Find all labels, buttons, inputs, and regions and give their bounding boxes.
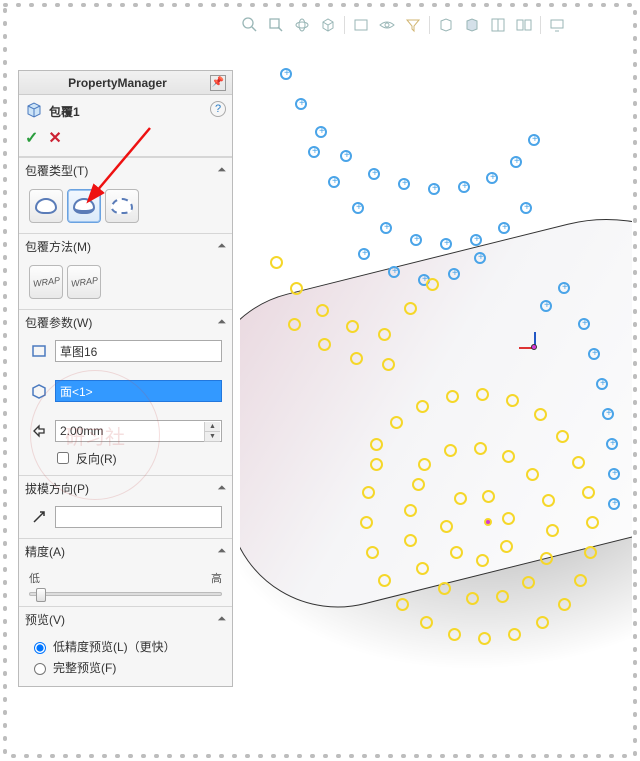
reverse-label: 反向(R) bbox=[76, 450, 117, 467]
accuracy-slider-thumb[interactable] bbox=[36, 588, 46, 602]
direction-field[interactable] bbox=[55, 506, 222, 528]
zoom-fit-icon[interactable] bbox=[240, 15, 260, 35]
preview-full-radio-row: 完整预览(F) bbox=[29, 659, 222, 676]
collapse-draft-dir[interactable]: ⏶ bbox=[217, 482, 226, 495]
pm-header: PropertyManager 📌 bbox=[19, 71, 232, 95]
wrap-method-spline[interactable]: WRAP bbox=[67, 265, 101, 299]
reverse-checkbox[interactable] bbox=[57, 452, 69, 464]
monitor-icon[interactable] bbox=[547, 15, 567, 35]
cancel-button[interactable]: ✕ bbox=[48, 128, 61, 148]
graphics-viewport[interactable] bbox=[240, 38, 632, 753]
display-style-icon[interactable] bbox=[351, 15, 371, 35]
preview-low-label: 低精度预览(L)（更快） bbox=[53, 638, 176, 655]
property-manager-panel: PropertyManager 📌 包覆1 ? ✓ ✕ 包覆类型(T) ⏶ 包覆… bbox=[18, 70, 233, 687]
panes2-icon[interactable] bbox=[514, 15, 534, 35]
applied-icon[interactable] bbox=[462, 15, 482, 35]
wrap-type-scribe[interactable] bbox=[105, 189, 139, 223]
view-toolbar bbox=[240, 12, 630, 38]
rotate-icon[interactable] bbox=[292, 15, 312, 35]
section-wrap-params: 包覆参数(W) ⏶ bbox=[19, 309, 232, 337]
face-field[interactable]: 面<1> bbox=[55, 380, 222, 402]
triad-origin bbox=[525, 338, 543, 356]
preview-low-radio[interactable] bbox=[34, 642, 46, 654]
section-wrap-type-label: 包覆类型(T) bbox=[25, 162, 88, 179]
pm-title: PropertyManager bbox=[25, 76, 210, 90]
collapse-wrap-params[interactable]: ⏶ bbox=[217, 316, 226, 329]
wrap-type-emboss[interactable] bbox=[29, 189, 63, 223]
collapse-preview[interactable]: ⏶ bbox=[217, 613, 226, 626]
face-select-icon bbox=[29, 381, 49, 401]
sketch-origin bbox=[484, 518, 492, 526]
thickness-icon bbox=[29, 421, 49, 441]
accept-button[interactable]: ✓ bbox=[25, 128, 38, 148]
section-preview: 预览(V) ⏶ bbox=[19, 606, 232, 634]
section-accuracy: 精度(A) ⏶ bbox=[19, 538, 232, 566]
section-wrap-method-label: 包覆方法(M) bbox=[25, 238, 91, 255]
sketch-field[interactable]: 草图16 bbox=[55, 340, 222, 362]
accuracy-high-label: 高 bbox=[211, 570, 222, 586]
section-wrap-params-label: 包覆参数(W) bbox=[25, 314, 92, 331]
section-accuracy-label: 精度(A) bbox=[25, 543, 65, 560]
wrap-type-deboss[interactable] bbox=[67, 189, 101, 223]
section-draft-dir-label: 拔模方向(P) bbox=[25, 480, 89, 497]
section-preview-label: 预览(V) bbox=[25, 611, 65, 628]
direction-icon bbox=[29, 507, 49, 527]
hide-show-icon[interactable] bbox=[377, 15, 397, 35]
thickness-up[interactable]: ▲ bbox=[204, 422, 220, 432]
view-cube-icon[interactable] bbox=[318, 15, 338, 35]
preview-low-radio-row: 低精度预览(L)（更快） bbox=[29, 638, 222, 655]
pane-icon[interactable] bbox=[488, 15, 508, 35]
preview-full-radio[interactable] bbox=[34, 663, 46, 675]
section-icon[interactable] bbox=[436, 15, 456, 35]
collapse-wrap-method[interactable]: ⏶ bbox=[217, 240, 226, 253]
section-wrap-method: 包覆方法(M) ⏶ bbox=[19, 233, 232, 261]
preview-full-label: 完整预览(F) bbox=[53, 659, 116, 676]
accuracy-low-label: 低 bbox=[29, 570, 40, 586]
pin-button[interactable]: 📌 bbox=[210, 75, 226, 91]
feature-icon bbox=[25, 101, 43, 122]
section-draft-dir: 拔模方向(P) ⏶ bbox=[19, 475, 232, 503]
thickness-value: 2.00mm bbox=[60, 424, 103, 438]
selection-filter-icon[interactable] bbox=[403, 15, 423, 35]
zoom-area-icon[interactable] bbox=[266, 15, 286, 35]
section-wrap-type: 包覆类型(T) ⏶ bbox=[19, 157, 232, 185]
collapse-wrap-type[interactable]: ⏶ bbox=[217, 164, 226, 177]
thickness-spinner[interactable]: 2.00mm ▲▼ bbox=[55, 420, 222, 442]
accuracy-slider[interactable] bbox=[29, 592, 222, 596]
help-button[interactable]: ? bbox=[210, 101, 226, 117]
collapse-accuracy[interactable]: ⏶ bbox=[217, 545, 226, 558]
sketch-select-icon bbox=[29, 341, 49, 361]
wrap-method-analytical[interactable]: WRAP bbox=[29, 265, 63, 299]
feature-name: 包覆1 bbox=[49, 103, 80, 120]
thickness-down[interactable]: ▼ bbox=[204, 432, 220, 442]
